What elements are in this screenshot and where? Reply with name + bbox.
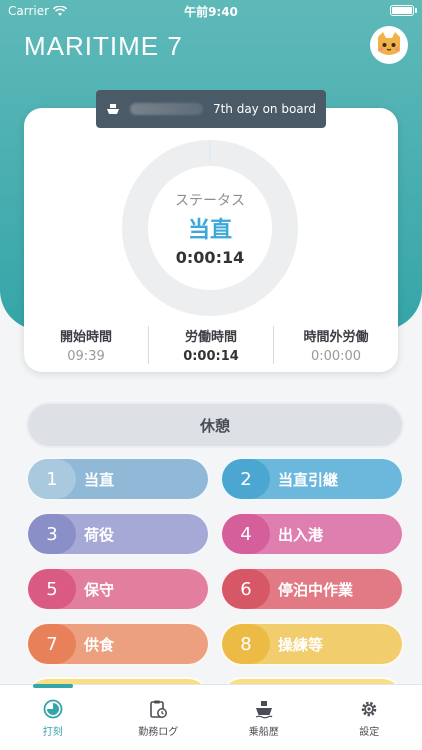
status-ring: ステータス 当直 0:00:14 [122, 140, 298, 316]
stat-value: 0:00:14 [183, 349, 239, 364]
duty-label: 当直引継 [278, 470, 339, 489]
status-ring-content: ステータス 当直 0:00:14 [148, 166, 272, 290]
battery-icon [390, 5, 417, 16]
ship-info-pill: 7th day on board [96, 90, 326, 128]
duty-button-drills[interactable]: 8 操練等 [220, 622, 404, 666]
tab-work-log[interactable]: 勤務ログ [106, 685, 212, 750]
active-tab-indicator [33, 684, 73, 688]
tab-boarding-history[interactable]: 乗船歴 [211, 685, 317, 750]
duty-button-port-entry-exit[interactable]: 4 出入港 [220, 512, 404, 556]
duty-number: 4 [222, 514, 270, 554]
duty-number: 8 [222, 624, 270, 664]
days-on-board: 7th day on board [212, 102, 316, 116]
time-stats: 開始時間 09:39 労働時間 0:00:14 時間外労働 0:00:00 [24, 326, 398, 364]
avatar[interactable] [370, 26, 408, 64]
tab-bar: 打刻 勤務ログ 乗船歴 設定 [0, 684, 422, 750]
stat-work-time: 労働時間 0:00:14 [148, 326, 273, 364]
elapsed-time: 0:00:14 [175, 247, 245, 267]
tab-label: 乗船歴 [248, 727, 279, 738]
ship-icon [255, 701, 273, 719]
duty-number: 6 [222, 569, 270, 609]
duty-number: 7 [28, 624, 76, 664]
tab-clock-in[interactable]: 打刻 [0, 685, 106, 750]
duty-number: 5 [28, 569, 76, 609]
stat-label: 労働時間 [184, 330, 237, 345]
duty-label: 停泊中作業 [278, 580, 354, 599]
current-status: 当直 [187, 217, 232, 243]
duty-number: 1 [28, 459, 76, 499]
duty-label: 荷役 [84, 525, 115, 544]
duty-label: 出入港 [278, 525, 324, 544]
status-label: ステータス [175, 192, 245, 209]
stat-overtime: 時間外労働 0:00:00 [273, 326, 398, 364]
tab-label: 打刻 [42, 727, 63, 738]
stat-label: 開始時間 [59, 330, 112, 345]
rest-button[interactable]: 休憩 [26, 402, 404, 448]
duty-button-cargo[interactable]: 3 荷役 [26, 512, 210, 556]
stat-start-time: 開始時間 09:39 [24, 326, 148, 364]
tab-label: 設定 [359, 727, 380, 738]
stat-value: 09:39 [67, 349, 105, 364]
duty-button-watch-handover[interactable]: 2 当直引継 [220, 457, 404, 501]
duty-label: 保守 [84, 580, 115, 599]
stat-value: 0:00:00 [310, 349, 362, 364]
ship-name-redacted [130, 103, 203, 115]
clock-icon [43, 699, 63, 719]
duty-label: 当直 [84, 470, 115, 489]
gear-icon [361, 701, 377, 717]
ship-icon [107, 104, 119, 114]
duty-button-catering[interactable]: 7 供食 [26, 622, 210, 666]
status-time: 午前9:40 [184, 4, 238, 19]
tab-settings[interactable]: 設定 [317, 685, 422, 750]
clipboard-clock-icon [150, 700, 168, 718]
app-title: MARITIME 7 [24, 31, 183, 61]
stat-label: 時間外労働 [303, 330, 369, 345]
duty-number: 3 [28, 514, 76, 554]
status-bar: Carrier 午前9:40 [0, 0, 422, 22]
tab-label: 勤務ログ [138, 727, 179, 738]
cat-avatar-icon [378, 32, 400, 55]
duty-button-watch[interactable]: 1 当直 [26, 457, 210, 501]
duty-number: 2 [222, 459, 270, 499]
duty-label: 供食 [84, 635, 115, 654]
duty-button-anchored-work[interactable]: 6 停泊中作業 [220, 567, 404, 611]
duty-button-maintenance[interactable]: 5 保守 [26, 567, 210, 611]
duty-label: 操練等 [278, 635, 324, 654]
